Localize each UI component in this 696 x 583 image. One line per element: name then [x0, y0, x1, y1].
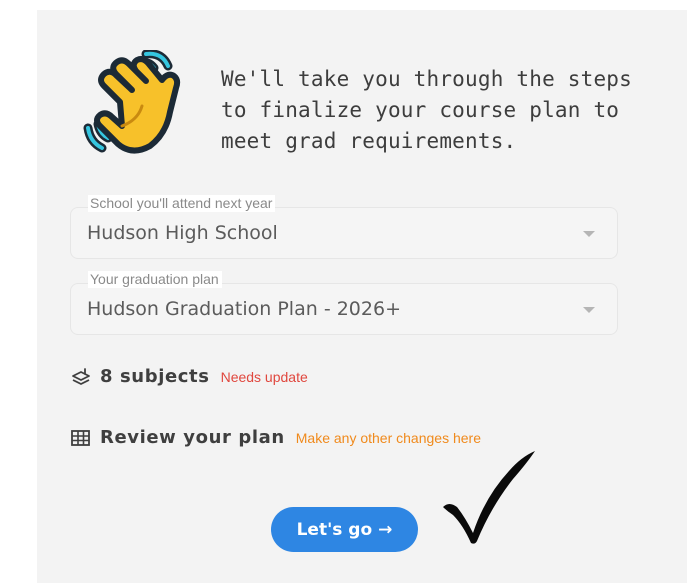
- lets-go-button[interactable]: Let's go →: [271, 507, 418, 552]
- school-select-value[interactable]: Hudson High School: [87, 221, 278, 245]
- intro-line: meet grad requirements.: [221, 129, 517, 153]
- lets-go-label: Let's go: [296, 519, 373, 540]
- intro-line: to finalize your course plan to: [221, 98, 620, 122]
- grid-icon: [71, 429, 90, 446]
- school-select-label: School you'll attend next year: [88, 195, 276, 212]
- intro-line: We'll take you through the steps: [221, 67, 632, 91]
- chevron-down-icon[interactable]: [583, 231, 595, 237]
- layers-icon: [72, 367, 90, 385]
- review-plan-title: Review your plan: [100, 427, 285, 448]
- intro-text: We'll take you through the steps to fina…: [221, 64, 641, 157]
- arrow-right-icon: →: [378, 519, 393, 540]
- waving-hand-icon: [83, 50, 181, 154]
- graduation-plan-value[interactable]: Hudson Graduation Plan - 2026+: [87, 297, 401, 321]
- checkmark-icon: [443, 451, 535, 544]
- changes-hint-link[interactable]: Make any other changes here: [296, 430, 481, 446]
- chevron-down-icon[interactable]: [583, 307, 595, 313]
- review-plan-row[interactable]: Review your plan Make any other changes …: [70, 427, 481, 448]
- needs-update-badge: Needs update: [220, 369, 308, 385]
- graduation-plan-label: Your graduation plan: [88, 271, 222, 288]
- subjects-row[interactable]: 8 subjects Needs update: [70, 366, 308, 387]
- subjects-count: 8 subjects: [100, 366, 210, 387]
